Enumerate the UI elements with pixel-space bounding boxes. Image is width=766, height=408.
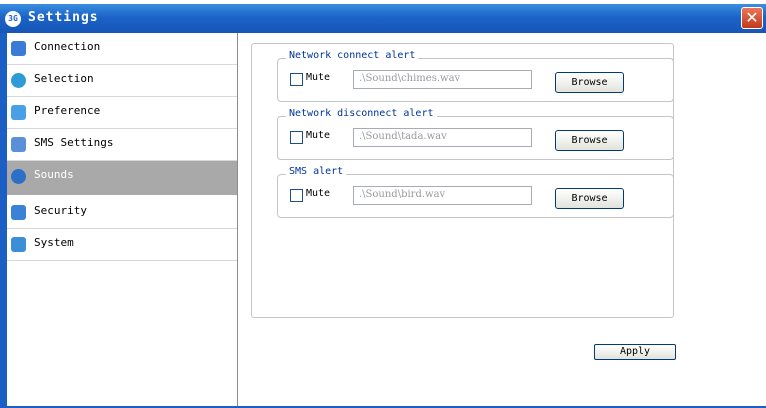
group-title: SMS alert [286, 166, 347, 177]
connection-icon [11, 41, 26, 56]
sidebar-item-sms-settings[interactable]: SMS Settings [7, 129, 237, 161]
preference-icon [11, 105, 26, 120]
window-frame-left [0, 33, 7, 408]
network-disconnect-alert-group: Network disconnect alert Mute .\Sound\ta… [277, 108, 674, 160]
sounds-icon [11, 169, 26, 184]
browse-button[interactable]: Browse [555, 72, 624, 93]
sound-path-field[interactable]: .\Sound\tada.wav [353, 128, 532, 147]
sidebar-item-connection[interactable]: Connection [7, 33, 237, 65]
browse-button[interactable]: Browse [555, 130, 624, 151]
sms-icon [11, 137, 26, 152]
apply-button[interactable]: Apply [594, 344, 676, 360]
network-connect-alert-group: Network connect alert Mute .\Sound\chime… [277, 50, 674, 102]
mute-checkbox[interactable] [290, 131, 303, 144]
close-button[interactable]: ✕ [741, 7, 763, 29]
selection-icon [11, 73, 26, 88]
sidebar-item-label: Sounds [34, 168, 74, 181]
sidebar-item-label: Preference [34, 104, 101, 117]
lock-icon [11, 205, 26, 220]
sidebar-item-selection[interactable]: Selection [7, 65, 237, 97]
mute-checkbox[interactable] [290, 189, 303, 202]
mute-label: Mute [306, 72, 331, 83]
mute-checkbox[interactable] [290, 73, 303, 86]
sidebar-item-label: Security [34, 204, 87, 217]
window-title: Settings [28, 10, 99, 25]
sidebar-item-preference[interactable]: Preference [7, 97, 237, 129]
settings-sidebar: Connection Selection Preference SMS Sett… [7, 33, 238, 408]
sidebar-item-security[interactable]: Security [7, 197, 237, 229]
sidebar-item-sounds[interactable]: Sounds [7, 161, 237, 195]
sound-path-field[interactable]: .\Sound\bird.wav [353, 186, 532, 205]
app-icon: 3G [5, 11, 21, 27]
sidebar-item-system[interactable]: System [7, 229, 237, 261]
group-title: Network connect alert [286, 50, 419, 61]
sidebar-item-label: Selection [34, 72, 94, 85]
system-icon [11, 237, 26, 252]
sms-alert-group: SMS alert Mute .\Sound\bird.wav Browse [277, 166, 674, 218]
sidebar-item-label: SMS Settings [34, 136, 114, 149]
group-title: Network disconnect alert [286, 108, 437, 119]
mute-label: Mute [306, 188, 331, 199]
sidebar-item-label: Connection [34, 40, 101, 53]
browse-button[interactable]: Browse [555, 188, 624, 209]
title-bar: 3G Settings ✕ [0, 4, 766, 33]
sidebar-item-label: System [34, 236, 74, 249]
sound-path-field[interactable]: .\Sound\chimes.wav [353, 70, 532, 89]
mute-label: Mute [306, 130, 331, 141]
